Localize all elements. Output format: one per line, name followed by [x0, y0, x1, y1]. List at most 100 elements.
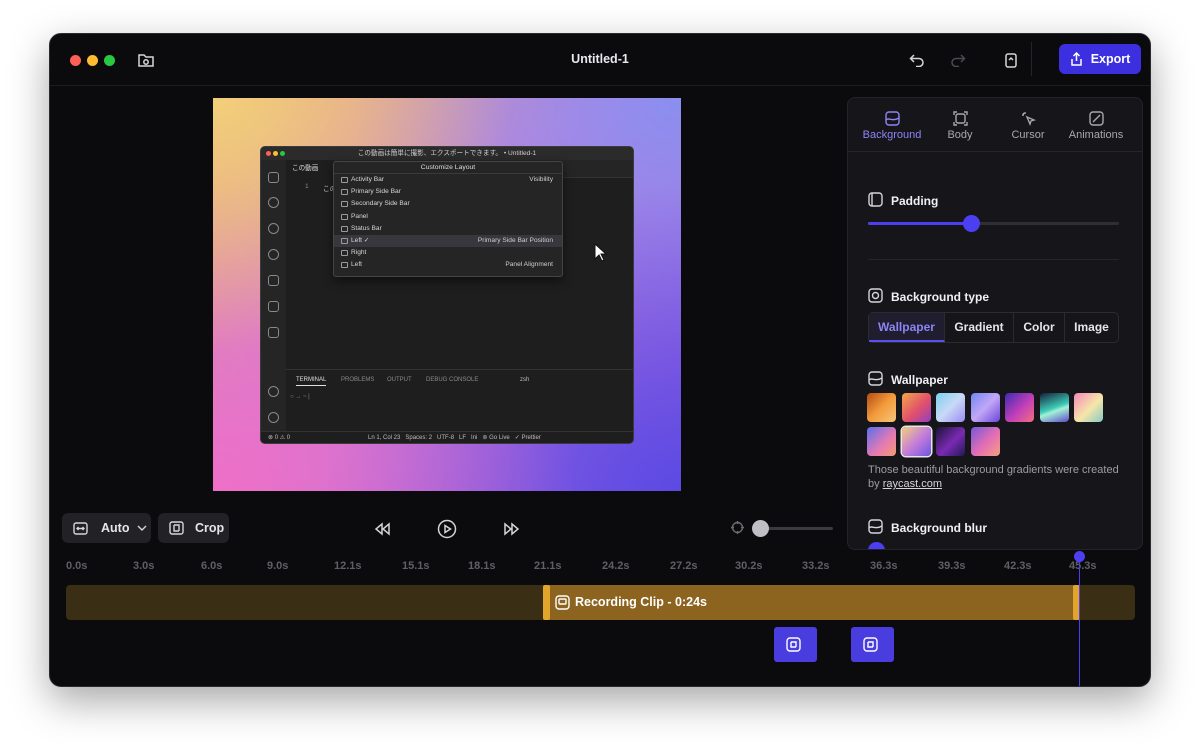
- customize-layout-menu: Customize Layout Activity Bar Visibility P…: [333, 161, 563, 277]
- zoom-segment[interactable]: [851, 627, 894, 662]
- status-right: Ln 1, Col 23 Spaces: 2 UTF-8 LF Ini ⊚ Go…: [368, 435, 541, 441]
- aspect-ratio-dropdown[interactable]: Auto: [62, 513, 151, 543]
- wallpaper-credit: Those beautiful background gradients wer…: [868, 463, 1123, 491]
- timeline-tick: 0.0s: [66, 560, 88, 572]
- run-debug-icon: [268, 275, 279, 286]
- padding-slider[interactable]: [868, 215, 1119, 232]
- menu-item-section: Visibility: [529, 176, 553, 183]
- background-type-title: Background type: [891, 290, 990, 304]
- tab-animations[interactable]: Animations: [1061, 98, 1131, 152]
- wallpaper-swatch[interactable]: [936, 427, 965, 456]
- play-button[interactable]: [435, 518, 459, 540]
- timeline-tick: 21.1s: [534, 560, 562, 572]
- vscode-max-dot: [280, 151, 285, 156]
- explorer-icon: [268, 172, 279, 183]
- padding-icon: [868, 192, 883, 207]
- rewind-icon: [374, 522, 390, 536]
- preview-canvas[interactable]: この動画は簡単に撮影、エクスポートできます。 • Untitled-1 この動画…: [213, 98, 681, 491]
- wallpaper-swatch[interactable]: [936, 393, 965, 422]
- chevron-down-icon: [137, 525, 147, 531]
- menu-item-label: Secondary Side Bar: [351, 200, 410, 208]
- timeline-tick: 36.3s: [870, 560, 898, 572]
- panel-tab-problems: PROBLEMS: [341, 377, 375, 383]
- background-type-icon: [868, 288, 883, 303]
- tab-animations-label: Animations: [1068, 129, 1124, 141]
- source-control-icon: [268, 223, 279, 234]
- crop-button[interactable]: Crop: [158, 513, 229, 543]
- playhead-line[interactable]: [1079, 557, 1080, 686]
- app-window: Untitled-1 Export この動画は簡単に撮影、エクスポートできます。…: [49, 33, 1151, 687]
- padding-title: Padding: [891, 194, 939, 208]
- layout-icon: [341, 250, 348, 257]
- wallpaper-swatch[interactable]: [1074, 393, 1103, 422]
- padding-slider-knob[interactable]: [963, 215, 980, 232]
- menu-title: Customize Layout: [334, 162, 562, 174]
- tab-background-label: Background: [862, 129, 922, 141]
- menu-item[interactable]: Primary Side Bar: [334, 186, 562, 198]
- settings-panel: Background Body Cursor Animations Paddin…: [847, 97, 1143, 550]
- wallpaper-swatch[interactable]: [902, 393, 931, 422]
- wallpaper-swatch[interactable]: [971, 427, 1000, 456]
- bg-type-wallpaper[interactable]: Wallpaper: [869, 313, 945, 342]
- export-button[interactable]: Export: [1059, 44, 1141, 74]
- redo-icon[interactable]: [946, 49, 970, 71]
- bg-type-image[interactable]: Image: [1065, 313, 1118, 342]
- timeline-zoom-slider[interactable]: [760, 527, 833, 530]
- zoom-segment[interactable]: [774, 627, 817, 662]
- layout-icon: [341, 201, 348, 208]
- fast-forward-button[interactable]: [500, 518, 524, 540]
- menu-item[interactable]: Panel: [334, 211, 562, 223]
- menu-item[interactable]: Left ✓ Primary Side Bar Position: [334, 234, 562, 248]
- menu-item[interactable]: Status Bar: [334, 223, 562, 235]
- crop-icon: [169, 521, 184, 535]
- tab-body[interactable]: Body: [925, 98, 995, 152]
- timeline-ruler[interactable]: 0.0s 3.0s 6.0s 9.0s 12.1s 15.1s 18.1s 21.1s 24.2…: [50, 560, 1150, 574]
- wallpaper-swatch[interactable]: [971, 393, 1000, 422]
- credit-link[interactable]: raycast.com: [883, 478, 942, 490]
- vscode-activity-bar: [261, 160, 286, 433]
- background-blur-icon: [868, 519, 883, 534]
- wallpaper-swatch-selected[interactable]: [902, 427, 931, 456]
- layout-icon: [341, 213, 348, 220]
- menu-item-label: Panel: [351, 212, 368, 220]
- tab-cursor[interactable]: Cursor: [993, 98, 1063, 152]
- bg-type-gradient[interactable]: Gradient: [945, 313, 1014, 342]
- mouse-cursor-icon: [594, 243, 608, 262]
- panel-tab-terminal: TERMINAL: [296, 377, 327, 386]
- rewind-button[interactable]: [370, 518, 394, 540]
- folder-icon: [268, 327, 279, 338]
- clip-recording-icon: [555, 595, 570, 610]
- blur-slider-fill: [868, 549, 876, 550]
- recording-clip[interactable]: Recording Clip - 0:24s: [543, 585, 1080, 620]
- background-type-selector: Wallpaper Gradient Color Image: [868, 312, 1119, 343]
- bg-type-color[interactable]: Color: [1014, 313, 1065, 342]
- wallpaper-swatch[interactable]: [1040, 393, 1069, 422]
- vscode-tab: この動画: [286, 160, 334, 178]
- layout-icon: [341, 189, 348, 196]
- play-icon: [437, 519, 457, 539]
- menu-item[interactable]: Right: [334, 247, 562, 259]
- extensions-icon: [268, 301, 279, 312]
- wallpaper-swatch[interactable]: [1005, 393, 1034, 422]
- zoom-fit-icon[interactable]: [729, 519, 746, 536]
- menu-item[interactable]: Activity Bar Visibility: [334, 174, 562, 186]
- vscode-status-bar: ⊗ 0 ⚠ 0 Ln 1, Col 23 Spaces: 2 UTF-8 LF …: [261, 431, 633, 443]
- clip-trim-handle-left[interactable]: [543, 585, 550, 620]
- tab-background[interactable]: Background: [857, 98, 927, 152]
- background-icon: [884, 111, 900, 126]
- timeline-zoom-knob[interactable]: [752, 520, 769, 537]
- background-blur-title: Background blur: [891, 521, 988, 535]
- timeline-tick: 27.2s: [670, 560, 698, 572]
- padding-slider-fill: [868, 222, 971, 225]
- playhead-handle[interactable]: [1074, 551, 1085, 562]
- menu-item[interactable]: Secondary Side Bar: [334, 198, 562, 210]
- menu-item[interactable]: Left Panel Alignment: [334, 259, 562, 271]
- rotate-icon[interactable]: [999, 49, 1023, 71]
- recording-preview-vscode: この動画は簡単に撮影、エクスポートできます。 • Untitled-1 この動画…: [260, 146, 634, 444]
- wallpaper-swatch[interactable]: [867, 427, 896, 456]
- background-blur-slider[interactable]: [868, 542, 885, 550]
- wallpaper-swatch[interactable]: [867, 393, 896, 422]
- blur-slider-knob[interactable]: [868, 542, 885, 549]
- timeline-tick: 9.0s: [267, 560, 289, 572]
- undo-icon[interactable]: [905, 49, 929, 71]
